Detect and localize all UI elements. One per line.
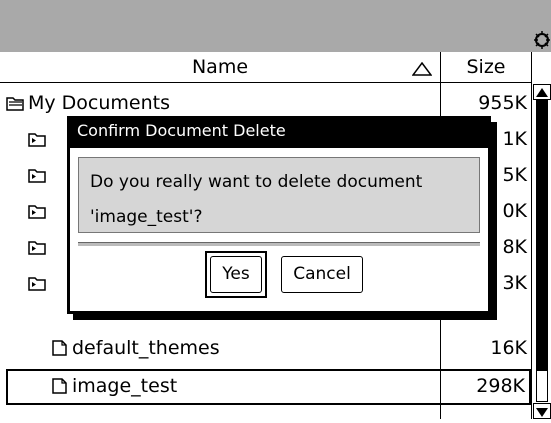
document-icon (52, 378, 67, 394)
status-bar (0, 0, 551, 52)
list-item-size: 298K (476, 375, 525, 397)
scroll-up-icon[interactable] (533, 84, 551, 100)
column-divider (531, 52, 532, 82)
folder-icon (28, 169, 46, 183)
column-header: Name Size (0, 52, 551, 83)
list-item-size: 16K (490, 337, 527, 359)
sort-ascending-icon[interactable] (412, 62, 432, 76)
scrollbar-track[interactable] (536, 370, 548, 402)
list-item-label: image_test (72, 375, 178, 397)
column-header-size[interactable]: Size (441, 56, 531, 78)
list-item-label: My Documents (28, 92, 171, 114)
dialog-shadow (73, 314, 497, 320)
list-item-size: 0K (502, 200, 527, 222)
column-header-name[interactable]: Name (0, 56, 440, 78)
document-icon (52, 340, 67, 356)
scrollbar-thumb[interactable] (536, 100, 548, 370)
dialog-shadow (491, 122, 497, 320)
folder-icon (28, 241, 46, 255)
list-item-image-test[interactable]: image_test 298K (6, 369, 531, 405)
list-item-label: default_themes (72, 337, 220, 359)
gear-icon[interactable] (533, 30, 551, 50)
list-item-size: 8K (502, 236, 527, 258)
dialog-title: Confirm Document Delete (77, 121, 286, 140)
dialog-divider (78, 242, 480, 246)
folder-icon (28, 205, 46, 219)
dialog-message: Do you really want to delete document (90, 172, 423, 192)
folder-open-icon (6, 97, 24, 111)
list-item-size: 955K (478, 92, 527, 114)
cancel-button[interactable]: Cancel (281, 256, 363, 293)
list-item-size: 5K (502, 164, 527, 186)
dialog-message: 'image_test'? (90, 207, 203, 227)
list-item-default-themes[interactable]: default_themes 16K (0, 331, 531, 367)
yes-button[interactable]: Yes (210, 256, 262, 293)
column-divider (440, 52, 441, 82)
list-item-size: 1K (502, 128, 527, 150)
list-item-size: 3K (502, 272, 527, 294)
folder-icon (28, 133, 46, 147)
dialog-title-bar: Confirm Document Delete (67, 116, 491, 148)
folder-icon (28, 277, 46, 291)
scroll-down-icon[interactable] (533, 403, 551, 419)
